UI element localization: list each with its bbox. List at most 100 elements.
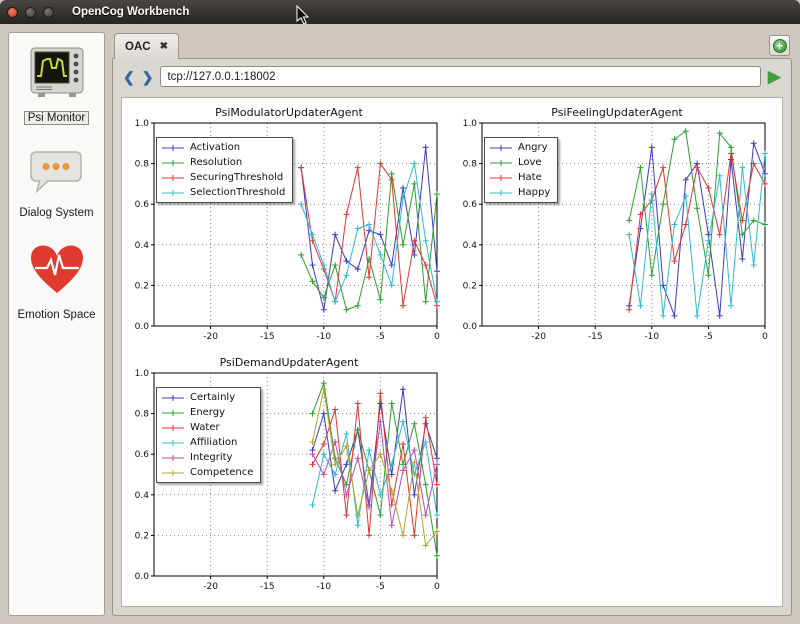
svg-text:0.2: 0.2 (135, 281, 149, 291)
legend-entry: Angry (489, 140, 550, 155)
svg-text:0.8: 0.8 (135, 410, 150, 420)
tab-close-icon[interactable]: ✖ (160, 41, 168, 52)
sidebar-item-psi-monitor[interactable]: Psi Monitor (24, 47, 90, 135)
go-icon[interactable]: ▶ (768, 68, 781, 85)
legend-line-marker-icon (489, 173, 513, 183)
legend-entry: Happy (489, 185, 550, 200)
svg-text:1.0: 1.0 (135, 119, 150, 129)
legend-entry: Integrity (161, 450, 253, 465)
oac-panel: ❮ ❯ ▶ PsiModulatorUpdaterAgent -20 -15 -10… (112, 58, 792, 616)
speech-bubble-icon (29, 149, 83, 195)
legend-line-marker-icon (489, 158, 513, 168)
svg-text:0: 0 (434, 332, 440, 342)
chart-psi-modulator: PsiModulatorUpdaterAgent -20-15-10-500.0… (127, 103, 451, 349)
legend-label: Activation (190, 142, 240, 153)
legend-label: Energy (190, 407, 225, 418)
svg-text:-5: -5 (704, 332, 713, 342)
legend-label: Certainly (190, 392, 235, 403)
legend-label: Competence (190, 467, 253, 478)
svg-text:0.4: 0.4 (135, 241, 150, 251)
svg-text:0.8: 0.8 (135, 160, 150, 170)
sidebar: Psi Monitor Dialog System Emotion Space (8, 32, 105, 616)
legend-line-marker-icon (161, 393, 185, 403)
svg-text:0.2: 0.2 (463, 281, 477, 291)
legend-line-marker-icon (161, 468, 185, 478)
empty-cell (455, 353, 779, 599)
svg-text:-20: -20 (531, 332, 546, 342)
legend-line-marker-icon (489, 188, 513, 198)
legend-label: SecuringThreshold (190, 172, 283, 183)
window-minimize-button[interactable] (25, 7, 36, 18)
svg-text:0.4: 0.4 (463, 241, 478, 251)
oscilloscope-icon (30, 47, 84, 99)
legend-label: Integrity (190, 452, 232, 463)
svg-text:-15: -15 (588, 332, 603, 342)
sidebar-item-label: Dialog System (19, 207, 93, 219)
window-maximize-button[interactable] (43, 7, 54, 18)
forward-icon[interactable]: ❯ (142, 69, 154, 85)
svg-text:-20: -20 (203, 582, 218, 592)
legend-entry: Affiliation (161, 435, 253, 450)
legend-entry: Water (161, 420, 253, 435)
legend-label: Water (190, 422, 220, 433)
tab-oac[interactable]: OAC ✖ (114, 33, 179, 59)
back-icon[interactable]: ❮ (123, 69, 135, 85)
legend-label: Hate (518, 172, 542, 183)
chart-title: PsiFeelingUpdaterAgent (455, 103, 779, 119)
plus-icon: + (773, 39, 787, 53)
legend-label: Happy (518, 187, 550, 198)
add-tab-button[interactable]: + (769, 35, 790, 56)
legend-line-marker-icon (161, 188, 185, 198)
titlebar: OpenCog Workbench (0, 0, 800, 24)
legend-entry: Hate (489, 170, 550, 185)
svg-text:0.6: 0.6 (135, 200, 150, 210)
chart-psi-feeling: PsiFeelingUpdaterAgent -20-15-10-500.00.… (455, 103, 779, 349)
sidebar-item-label: Emotion Space (18, 309, 96, 321)
svg-text:-10: -10 (316, 582, 331, 592)
tab-bar: OAC ✖ + (112, 32, 792, 58)
legend-line-marker-icon (489, 143, 513, 153)
legend-psi-feeling: Angry Love Hate Happy (484, 137, 558, 203)
legend-entry: Competence (161, 465, 253, 480)
window-body: Psi Monitor Dialog System Emotion Space (0, 24, 800, 624)
svg-text:0.8: 0.8 (463, 160, 478, 170)
svg-text:1.0: 1.0 (135, 369, 150, 379)
svg-text:-20: -20 (203, 332, 218, 342)
legend-line-marker-icon (161, 408, 185, 418)
legend-psi-modulator: ActivationResolutionSecuringThresholdSel… (156, 137, 293, 203)
address-input[interactable] (160, 66, 760, 87)
sidebar-item-label: Psi Monitor (24, 111, 90, 125)
svg-text:0.6: 0.6 (463, 200, 478, 210)
legend-line-marker-icon (161, 158, 185, 168)
svg-text:-15: -15 (260, 582, 275, 592)
svg-text:-5: -5 (376, 332, 385, 342)
window-close-button[interactable] (7, 7, 18, 18)
svg-text:1.0: 1.0 (463, 119, 478, 129)
svg-text:0: 0 (762, 332, 768, 342)
chart-title: PsiModulatorUpdaterAgent (127, 103, 451, 119)
svg-text:-5: -5 (376, 582, 385, 592)
legend-entry: SelectionThreshold (161, 185, 285, 200)
svg-text:0.0: 0.0 (135, 322, 150, 332)
main-area: OAC ✖ + ❮ ❯ ▶ PsiModulatorUpdaterAgent (112, 32, 792, 616)
legend-label: Angry (518, 142, 548, 153)
legend-entry: Activation (161, 140, 285, 155)
svg-text:0.0: 0.0 (135, 572, 150, 582)
legend-entry: SecuringThreshold (161, 170, 285, 185)
legend-line-marker-icon (161, 453, 185, 463)
legend-psi-demand: Certainly Energy Water Affiliation Integrity… (156, 387, 261, 483)
charts-area: PsiModulatorUpdaterAgent -20 -15 -10 -5 0 0.0… (121, 97, 783, 607)
legend-label: Love (518, 157, 542, 168)
legend-line-marker-icon (161, 423, 185, 433)
tab-label: OAC (125, 41, 151, 53)
svg-text:-15: -15 (260, 332, 275, 342)
svg-text:-10: -10 (644, 332, 659, 342)
legend-entry: Love (489, 155, 550, 170)
sidebar-item-emotion-space[interactable]: Emotion Space (18, 243, 96, 331)
sidebar-item-dialog-system[interactable]: Dialog System (19, 149, 93, 229)
app-window: OpenCog Workbench Psi Monitor (0, 0, 800, 624)
heart-icon (28, 243, 86, 297)
svg-text:0.6: 0.6 (135, 450, 150, 460)
legend-line-marker-icon (161, 173, 185, 183)
legend-entry: Certainly (161, 390, 253, 405)
